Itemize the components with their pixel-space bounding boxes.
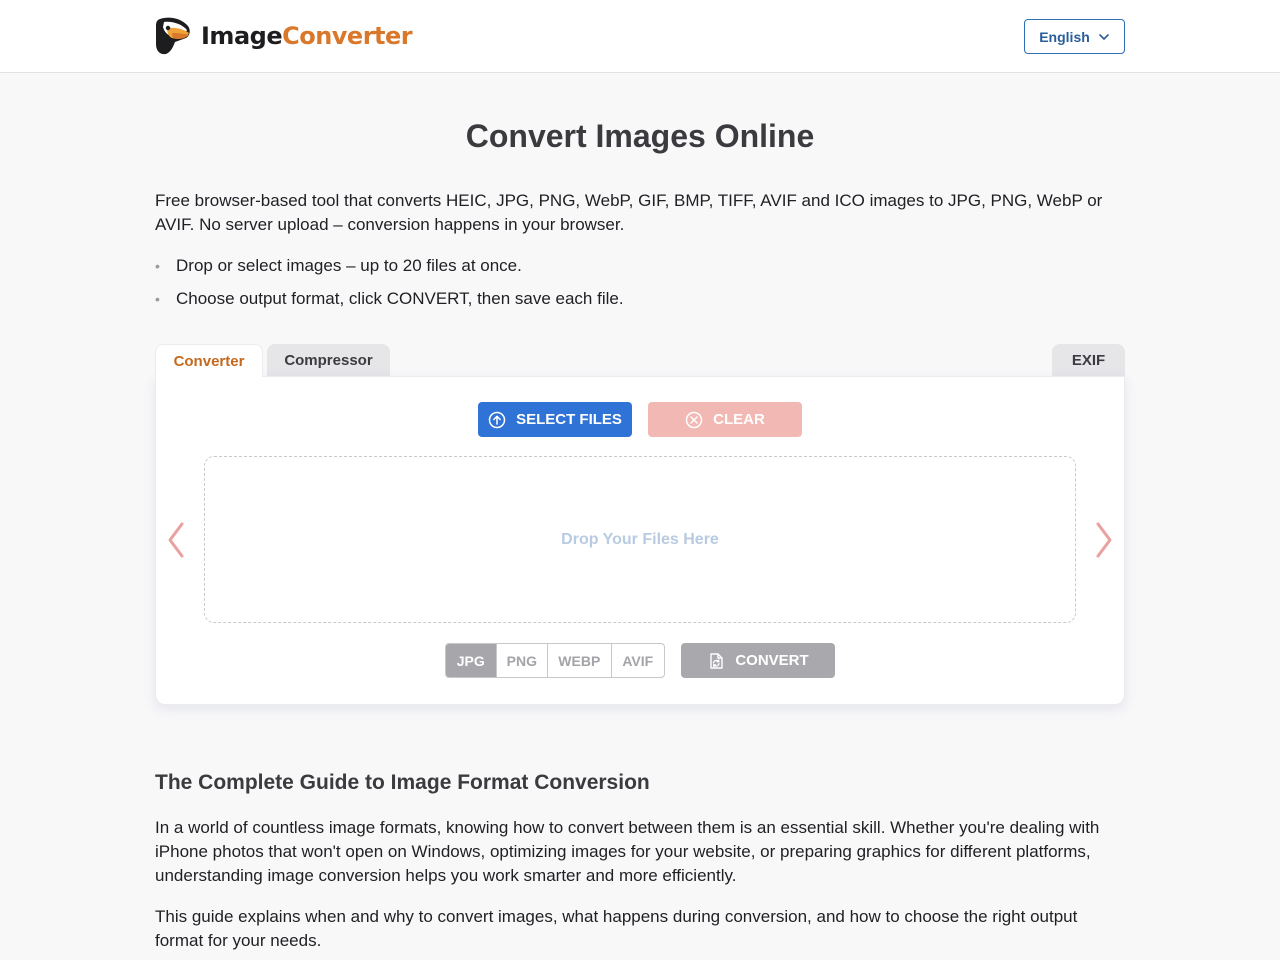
guide-heading: The Complete Guide to Image Format Conve…	[155, 771, 650, 794]
select-files-button[interactable]: SELECT FILES	[478, 402, 632, 437]
bullet-dot: •	[155, 258, 160, 274]
toucan-logo-icon	[156, 17, 190, 55]
tab-converter[interactable]: Converter	[155, 344, 263, 377]
logo-word-image: Image	[201, 22, 283, 50]
format-option-png[interactable]: PNG	[497, 644, 549, 677]
format-option-avif[interactable]: AVIF	[612, 644, 665, 677]
logo-word-converter: Converter	[282, 22, 413, 50]
clear-label: CLEAR	[713, 411, 765, 428]
chevron-left-icon[interactable]	[164, 520, 188, 560]
logo-text: ImageConverter	[201, 22, 413, 50]
output-format-selector: JPG PNG WEBP AVIF	[445, 643, 665, 678]
language-select[interactable]: English	[1024, 19, 1125, 54]
list-item: • Drop or select images – up to 20 files …	[155, 254, 1125, 278]
upload-circle-icon	[488, 411, 506, 428]
bullet-dot: •	[155, 291, 160, 307]
site-header: ImageConverter English	[0, 0, 1280, 73]
chevron-right-icon[interactable]	[1092, 520, 1116, 560]
intro-text: Free browser-based tool that converts HE…	[155, 191, 1103, 234]
chevron-down-icon	[1098, 33, 1109, 40]
clear-button[interactable]: CLEAR	[648, 402, 802, 437]
select-files-label: SELECT FILES	[516, 411, 622, 428]
tab-compressor[interactable]: Compressor	[267, 344, 390, 377]
x-circle-icon	[685, 411, 703, 428]
list-item-text: Drop or select images – up to 20 files a…	[176, 256, 522, 275]
instruction-list: • Drop or select images – up to 20 files …	[155, 254, 1125, 320]
file-dropzone[interactable]: Drop Your Files Here	[204, 456, 1076, 623]
format-option-jpg[interactable]: JPG	[446, 644, 497, 677]
convert-button[interactable]: CONVERT	[681, 643, 835, 678]
site-logo[interactable]: ImageConverter	[155, 16, 413, 56]
dropzone-text: Drop Your Files Here	[561, 530, 719, 548]
list-item: • Choose output format, click CONVERT, th…	[155, 287, 1125, 311]
tab-exif[interactable]: EXIF	[1052, 344, 1125, 377]
language-label: English	[1039, 28, 1090, 45]
list-item-text: Choose output format, click CONVERT, the…	[176, 289, 624, 308]
format-option-webp[interactable]: WEBP	[548, 644, 612, 677]
file-convert-icon	[710, 652, 724, 669]
page-title: Convert Images Online	[465, 118, 815, 154]
convert-label: CONVERT	[735, 652, 809, 669]
guide-paragraph-2: This guide explains when and why to conv…	[155, 907, 1078, 950]
guide-paragraph-1: In a world of countless image formats, k…	[155, 818, 1100, 885]
